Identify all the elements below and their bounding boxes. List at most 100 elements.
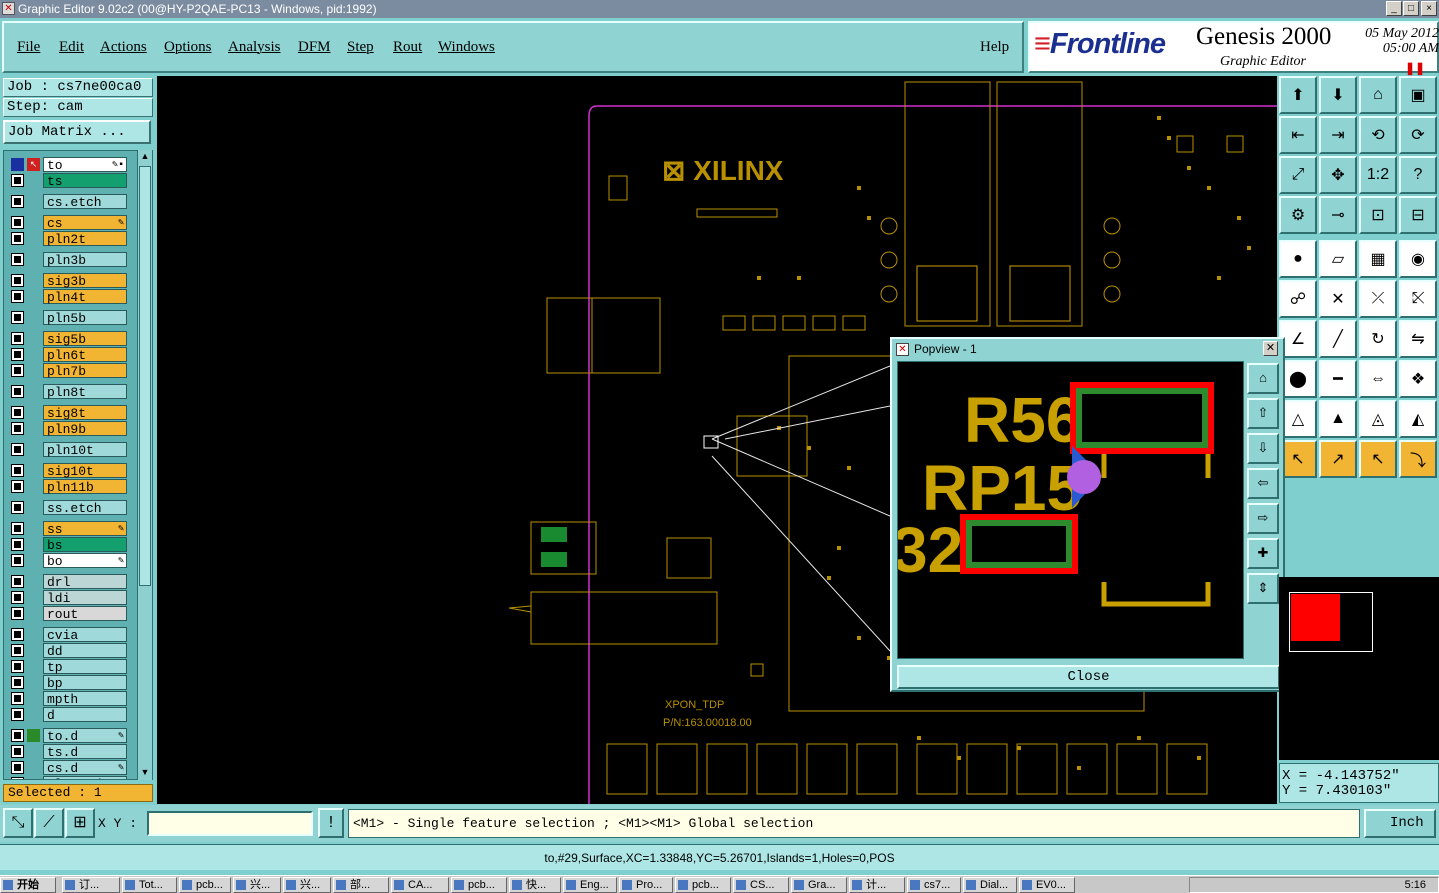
job-matrix-button[interactable]: Job Matrix ... bbox=[3, 120, 151, 144]
layer-name[interactable]: bo ✎ bbox=[43, 553, 127, 569]
popview-zoom-out-button[interactable]: ⇕ bbox=[1247, 573, 1279, 604]
net-icon[interactable]: ⊡ bbox=[1359, 196, 1397, 234]
popview-canvas[interactable]: R56 RP15 32 bbox=[897, 361, 1244, 659]
taskbar-item[interactable]: Dial... bbox=[963, 877, 1017, 893]
measure-icon[interactable]: ⟋ bbox=[34, 808, 64, 838]
taskbar-item[interactable]: cs7... bbox=[907, 877, 961, 893]
popview-pan-up-button[interactable]: ⇧ bbox=[1247, 398, 1279, 429]
layer-row-sig3b[interactable]: sig3b bbox=[7, 273, 127, 289]
layer-name[interactable]: bp bbox=[43, 675, 127, 691]
connect-icon[interactable]: ⤫ bbox=[1359, 280, 1397, 318]
layer-checkbox[interactable] bbox=[11, 729, 24, 742]
route-icon[interactable]: ⤵ bbox=[1399, 440, 1437, 478]
pointer-3-icon[interactable]: ↖ bbox=[1359, 440, 1397, 478]
layer-row-sig5b[interactable]: sig5b bbox=[7, 331, 127, 347]
layer-name[interactable]: pln9b bbox=[43, 421, 127, 437]
layer-checkbox[interactable] bbox=[11, 443, 24, 456]
scroll-up-icon[interactable]: ▲ bbox=[139, 151, 151, 163]
affected-layer-icon[interactable]: ↖ bbox=[27, 158, 40, 171]
dot-select-icon[interactable]: ◉ bbox=[1399, 240, 1437, 278]
taskbar-item[interactable]: EV0... bbox=[1019, 877, 1075, 893]
app-icon[interactable]: ✕ bbox=[2, 2, 15, 15]
triangle-d-icon[interactable]: ◭ bbox=[1399, 400, 1437, 438]
layer-checkbox[interactable] bbox=[11, 364, 24, 377]
menu-windows[interactable]: Windows bbox=[438, 39, 495, 56]
layer-name[interactable]: pln2t bbox=[43, 231, 127, 247]
layer-name[interactable]: to ✎▪ bbox=[43, 157, 127, 173]
layer-checkbox[interactable] bbox=[11, 644, 24, 657]
layer-row-cs[interactable]: cs ✎ bbox=[7, 215, 127, 231]
zoom-prev-icon[interactable]: ⇤ bbox=[1279, 116, 1317, 154]
layer-row-pln9b[interactable]: pln9b bbox=[7, 421, 127, 437]
popview-zoom-home-button[interactable]: ⌂ bbox=[1247, 363, 1279, 394]
layer-checkbox[interactable] bbox=[11, 761, 24, 774]
layer-row-bo[interactable]: bo ✎ bbox=[7, 553, 127, 569]
ratio-icon[interactable]: 1:2 bbox=[1359, 156, 1397, 194]
save-icon[interactable]: ⬇ bbox=[1319, 76, 1357, 114]
layer-name[interactable]: d bbox=[43, 707, 127, 723]
layer-row-pln11b[interactable]: pln11b bbox=[7, 479, 127, 495]
layer-row-sig8t[interactable]: sig8t bbox=[7, 405, 127, 421]
layer-checkbox[interactable] bbox=[11, 708, 24, 721]
layer-row-rout[interactable]: rout bbox=[7, 606, 127, 622]
taskbar-item[interactable]: Pro... bbox=[619, 877, 673, 893]
layer-name[interactable]: pln10t bbox=[43, 442, 127, 458]
taskbar-item[interactable]: 计... bbox=[849, 877, 905, 893]
layer-checkbox[interactable] bbox=[11, 628, 24, 641]
layer-row-pln6t[interactable]: pln6t bbox=[7, 347, 127, 363]
layer-name[interactable]: rout bbox=[43, 606, 127, 622]
line-icon[interactable]: ╱ bbox=[1319, 320, 1357, 358]
menu-rout[interactable]: Rout bbox=[393, 39, 422, 56]
layer-row-cvia[interactable]: cvia bbox=[7, 627, 127, 643]
fit-icon[interactable]: ⤢ bbox=[1279, 156, 1317, 194]
layer-name[interactable]: pln4t bbox=[43, 289, 127, 305]
layer-row-d[interactable]: d bbox=[7, 707, 127, 723]
layer-name[interactable]: tp bbox=[43, 659, 127, 675]
layer-row-bs[interactable]: bs bbox=[7, 537, 127, 553]
menu-step[interactable]: Step bbox=[347, 39, 374, 56]
snap-icon[interactable]: ⤡ bbox=[3, 808, 33, 838]
taskbar-item[interactable]: 兴... bbox=[283, 877, 331, 893]
measure-tool-icon[interactable]: ⚙ bbox=[1279, 196, 1317, 234]
menu-actions[interactable]: Actions bbox=[100, 39, 147, 56]
layer-checkbox[interactable] bbox=[11, 332, 24, 345]
swap-icon[interactable]: ⟲ bbox=[1359, 116, 1397, 154]
minimize-button[interactable]: _ bbox=[1386, 1, 1402, 16]
layer-row-ss[interactable]: ss ✎ bbox=[7, 521, 127, 537]
layer-row-pln5b[interactable]: pln5b bbox=[7, 310, 127, 326]
layer-row-pln10t[interactable]: pln10t bbox=[7, 442, 127, 458]
layer-checkbox[interactable] bbox=[11, 575, 24, 588]
layer-row-to-d[interactable]: to.d ✎ bbox=[7, 728, 127, 744]
layer-name[interactable]: cvia bbox=[43, 627, 127, 643]
layer-name[interactable]: sig8t bbox=[43, 405, 127, 421]
taskbar-item[interactable]: 订... bbox=[62, 877, 120, 893]
pause-icon[interactable]: ❚❚ bbox=[1405, 61, 1425, 75]
layer-name[interactable]: sig5b bbox=[43, 331, 127, 347]
layer-checkbox[interactable] bbox=[11, 745, 24, 758]
work-layer-icon[interactable] bbox=[11, 158, 24, 171]
help-icon[interactable]: ? bbox=[1399, 156, 1437, 194]
layer-name[interactable]: drl bbox=[43, 574, 127, 590]
overview-view-rect[interactable] bbox=[1291, 594, 1340, 641]
menu-options[interactable]: Options bbox=[164, 39, 212, 56]
layer-checkbox[interactable] bbox=[11, 406, 24, 419]
layer-row-pln4t[interactable]: pln4t bbox=[7, 289, 127, 305]
grid-icon[interactable]: ⊞ bbox=[65, 808, 95, 838]
layer-name[interactable]: mpth bbox=[43, 691, 127, 707]
group-icon[interactable]: ❖ bbox=[1399, 360, 1437, 398]
net-select-icon[interactable]: ⊟ bbox=[1399, 196, 1437, 234]
layer-checkbox[interactable] bbox=[11, 591, 24, 604]
taskbar-item[interactable]: CA... bbox=[391, 877, 449, 893]
taskbar-item[interactable]: 兴... bbox=[233, 877, 281, 893]
layer-row-to[interactable]: ↖ to ✎▪ bbox=[7, 157, 127, 173]
layer-checkbox[interactable] bbox=[11, 522, 24, 535]
arc-icon[interactable]: ↻ bbox=[1359, 320, 1397, 358]
layer-row-pln2t[interactable]: pln2t bbox=[7, 231, 127, 247]
layer-name[interactable]: pln3b bbox=[43, 252, 127, 268]
minus-icon[interactable]: ━ bbox=[1319, 360, 1357, 398]
layer-row-cs-d[interactable]: cs.d ✎ bbox=[7, 760, 127, 776]
layer-checkbox[interactable] bbox=[11, 480, 24, 493]
layer-row-sig10t[interactable]: sig10t bbox=[7, 463, 127, 479]
layer-name[interactable]: pln2t.d bbox=[43, 776, 127, 779]
center-icon[interactable]: ✥ bbox=[1319, 156, 1357, 194]
